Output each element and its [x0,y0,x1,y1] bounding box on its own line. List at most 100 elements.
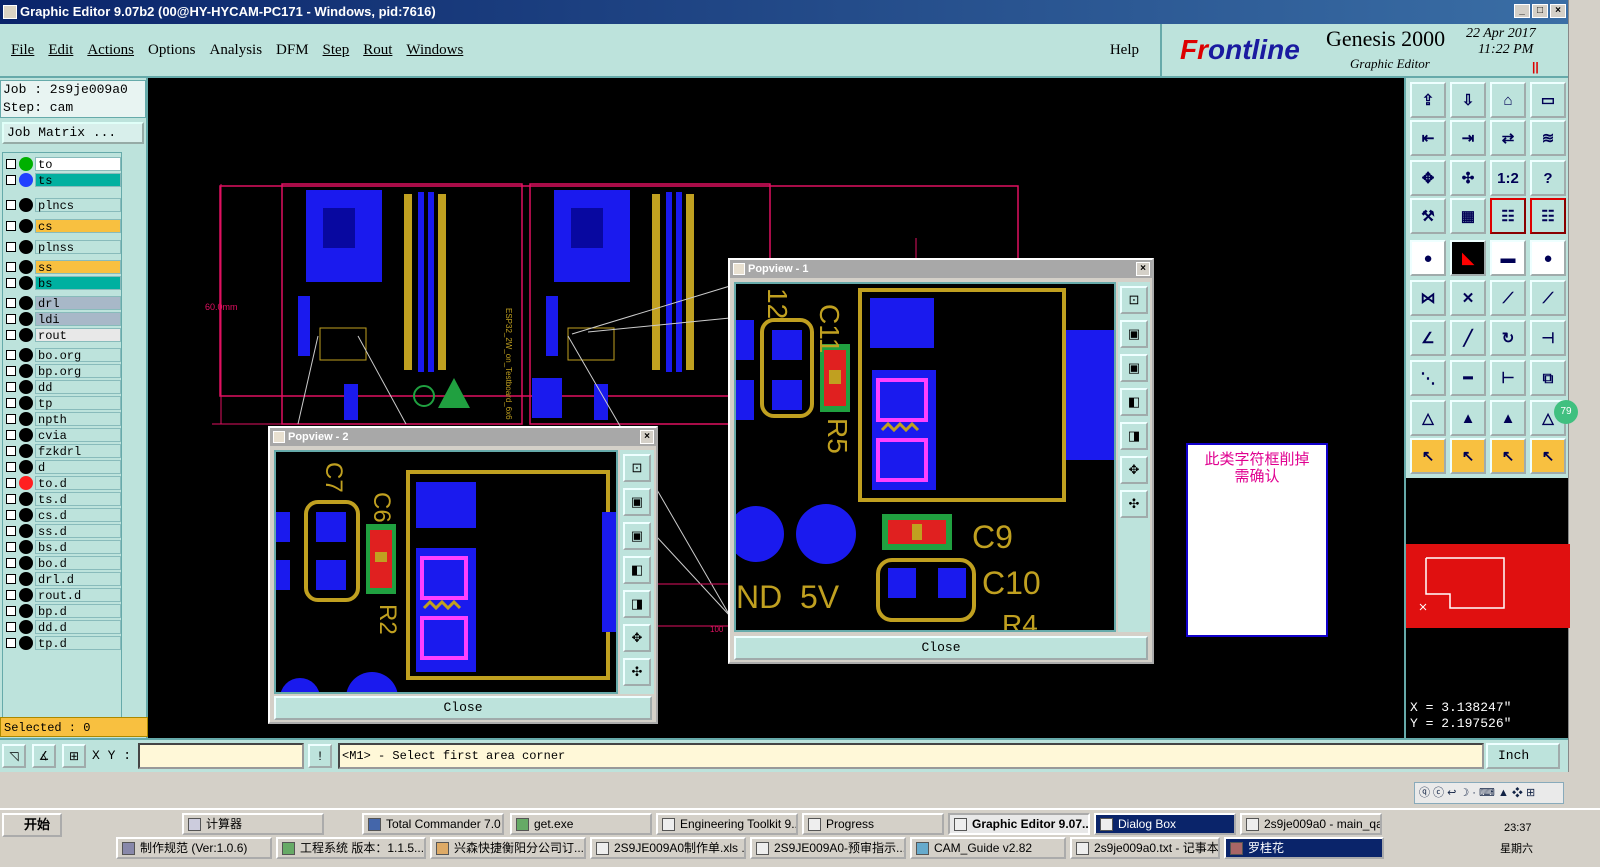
pan-up-icon[interactable]: ▣ [1120,320,1148,348]
layer-color-swatch[interactable] [19,603,33,618]
layer-color-swatch[interactable] [19,363,33,378]
pan-right-icon[interactable]: ⇥ [1450,120,1486,156]
popview-1-titlebar[interactable]: Popview - 1 × [730,260,1152,278]
pan-up-icon[interactable]: ▣ [623,488,651,516]
snap-icon[interactable]: ◹ [2,744,26,768]
popview-2-close-button[interactable]: Close [274,696,652,720]
menu-help[interactable]: Help [1110,42,1139,59]
tools-icon[interactable]: ⚒ [1410,198,1446,234]
grid-icon[interactable]: ▦ [1450,198,1486,234]
close-icon[interactable]: × [1550,4,1566,18]
bracket-icon[interactable]: ⊣ [1530,320,1566,356]
layer-color-swatch[interactable] [19,411,33,426]
overview-map[interactable] [1404,478,1570,698]
layer-color-swatch[interactable] [19,275,33,290]
layer-row-d[interactable]: d [3,459,121,475]
zoom-home-icon[interactable]: ✥ [1410,160,1446,196]
xy-input[interactable] [138,743,304,769]
menu-rout[interactable]: Rout [363,42,392,59]
swap-icon[interactable]: ⇄ [1490,120,1526,156]
layer-checkbox[interactable] [6,573,16,584]
minimize-icon[interactable]: _ [1514,4,1530,18]
layer-checkbox[interactable] [6,381,16,392]
layer-color-swatch[interactable] [19,555,33,570]
layer-color-swatch[interactable] [19,295,33,310]
layer-row-ts-d[interactable]: ts.d [3,491,121,507]
connect-icon[interactable]: ⋈ [1410,280,1446,316]
layer-checkbox[interactable] [6,241,16,252]
layer-color-swatch[interactable] [19,327,33,342]
help-button[interactable]: ? [1530,160,1566,196]
task-main-qa[interactable]: 2s9je009a0 - main_qa [1240,813,1382,835]
redraw-icon[interactable]: ≋ [1530,120,1566,156]
triangle-fill-icon[interactable]: ▲ [1450,400,1486,436]
layer-color-swatch[interactable] [19,379,33,394]
menu-options[interactable]: Options [148,42,196,59]
home-up-icon[interactable]: ⇪ [1410,82,1446,118]
select-all-icon[interactable]: ↖ [1530,438,1566,474]
task-notepad[interactable]: 2s9je009a0.txt - 记事本 [1070,837,1220,859]
layer-row-rout[interactable]: rout [3,327,121,343]
popview-1-viewport[interactable]: C11 R5 C9 C10 12 ND 5V R4 [728,282,1116,640]
layer-checkbox[interactable] [6,220,16,231]
layer-row-fzkdrl[interactable]: fzkdrl [3,443,121,459]
rotate-icon[interactable]: ↻ [1490,320,1526,356]
layer-row-drl[interactable]: drl [3,295,121,311]
house-icon[interactable]: ⌂ [1490,82,1526,118]
menu-dfm[interactable]: DFM [276,42,309,59]
task-user[interactable]: 罗桂花 [1224,837,1384,859]
layers-icon[interactable]: ☷ [1490,198,1526,234]
squares-icon[interactable]: ⧉ [1530,360,1566,396]
pan-left-icon[interactable]: ⇤ [1410,120,1446,156]
pan-down-icon[interactable]: ▣ [623,522,651,550]
layer-color-swatch[interactable] [19,459,33,474]
layer-row-ts[interactable]: ts [3,172,121,188]
layer-color-swatch[interactable] [19,197,33,212]
menu-step[interactable]: Step [323,42,350,59]
layer-color-swatch[interactable] [19,239,33,254]
layer-color-swatch[interactable] [19,587,33,602]
task-xls[interactable]: 2S9JE009A0制作单.xls ... [590,837,746,859]
layer-row-rout-d[interactable]: rout.d [3,587,121,603]
menu-analysis[interactable]: Analysis [210,42,263,59]
select-arrow-icon[interactable]: ↖ [1410,438,1446,474]
layer-row-to-d[interactable]: to.d [3,475,121,491]
layer-checkbox[interactable] [6,365,16,376]
pan-left-icon[interactable]: ◧ [1120,388,1148,416]
circle-icon[interactable]: ● [1530,240,1566,276]
layer-checkbox[interactable] [6,174,16,185]
home-down-icon[interactable]: ⇩ [1450,82,1486,118]
pause-icon[interactable]: || [1532,60,1539,74]
line-point-alt-icon[interactable]: ⟋ [1530,280,1566,316]
zoom-in-icon[interactable]: ✥ [623,624,651,652]
layer-row-bs[interactable]: bs [3,275,121,291]
layer-row-ss-d[interactable]: ss.d [3,523,121,539]
layer-checkbox[interactable] [6,477,16,488]
layer-color-swatch[interactable] [19,619,33,634]
task-total-commander[interactable]: Total Commander 7.0 ... [362,813,504,835]
menu-file[interactable]: File [11,42,34,59]
layer-color-swatch[interactable] [19,172,33,187]
zoom-fit-icon[interactable]: ⊡ [1120,286,1148,314]
layer-row-ldi[interactable]: ldi [3,311,121,327]
zoom-in-icon[interactable]: ✥ [1120,456,1148,484]
task-order[interactable]: 兴森快捷衡阳分公司订... [430,837,586,859]
layer-row-bo-org[interactable]: bo.org [3,347,121,363]
layer-checkbox[interactable] [6,261,16,272]
layer-color-swatch[interactable] [19,491,33,506]
layer-checkbox[interactable] [6,349,16,360]
layer-color-swatch[interactable] [19,443,33,458]
layer-checkbox[interactable] [6,461,16,472]
layer-checkbox[interactable] [6,637,16,648]
layer-checkbox[interactable] [6,445,16,456]
task-progress[interactable]: Progress [802,813,944,835]
layer-row-tp[interactable]: tp [3,395,121,411]
vertical-scrollbar[interactable] [1568,0,1600,800]
maximize-icon[interactable]: □ [1532,4,1548,18]
layer-checkbox[interactable] [6,493,16,504]
pan-right-icon[interactable]: ◨ [1120,422,1148,450]
pad-icon[interactable]: ● [1410,240,1446,276]
layer-row-bs-d[interactable]: bs.d [3,539,121,555]
select-box-icon[interactable]: ↖ [1450,438,1486,474]
triangle-bold-icon[interactable]: ▲ [1490,400,1526,436]
